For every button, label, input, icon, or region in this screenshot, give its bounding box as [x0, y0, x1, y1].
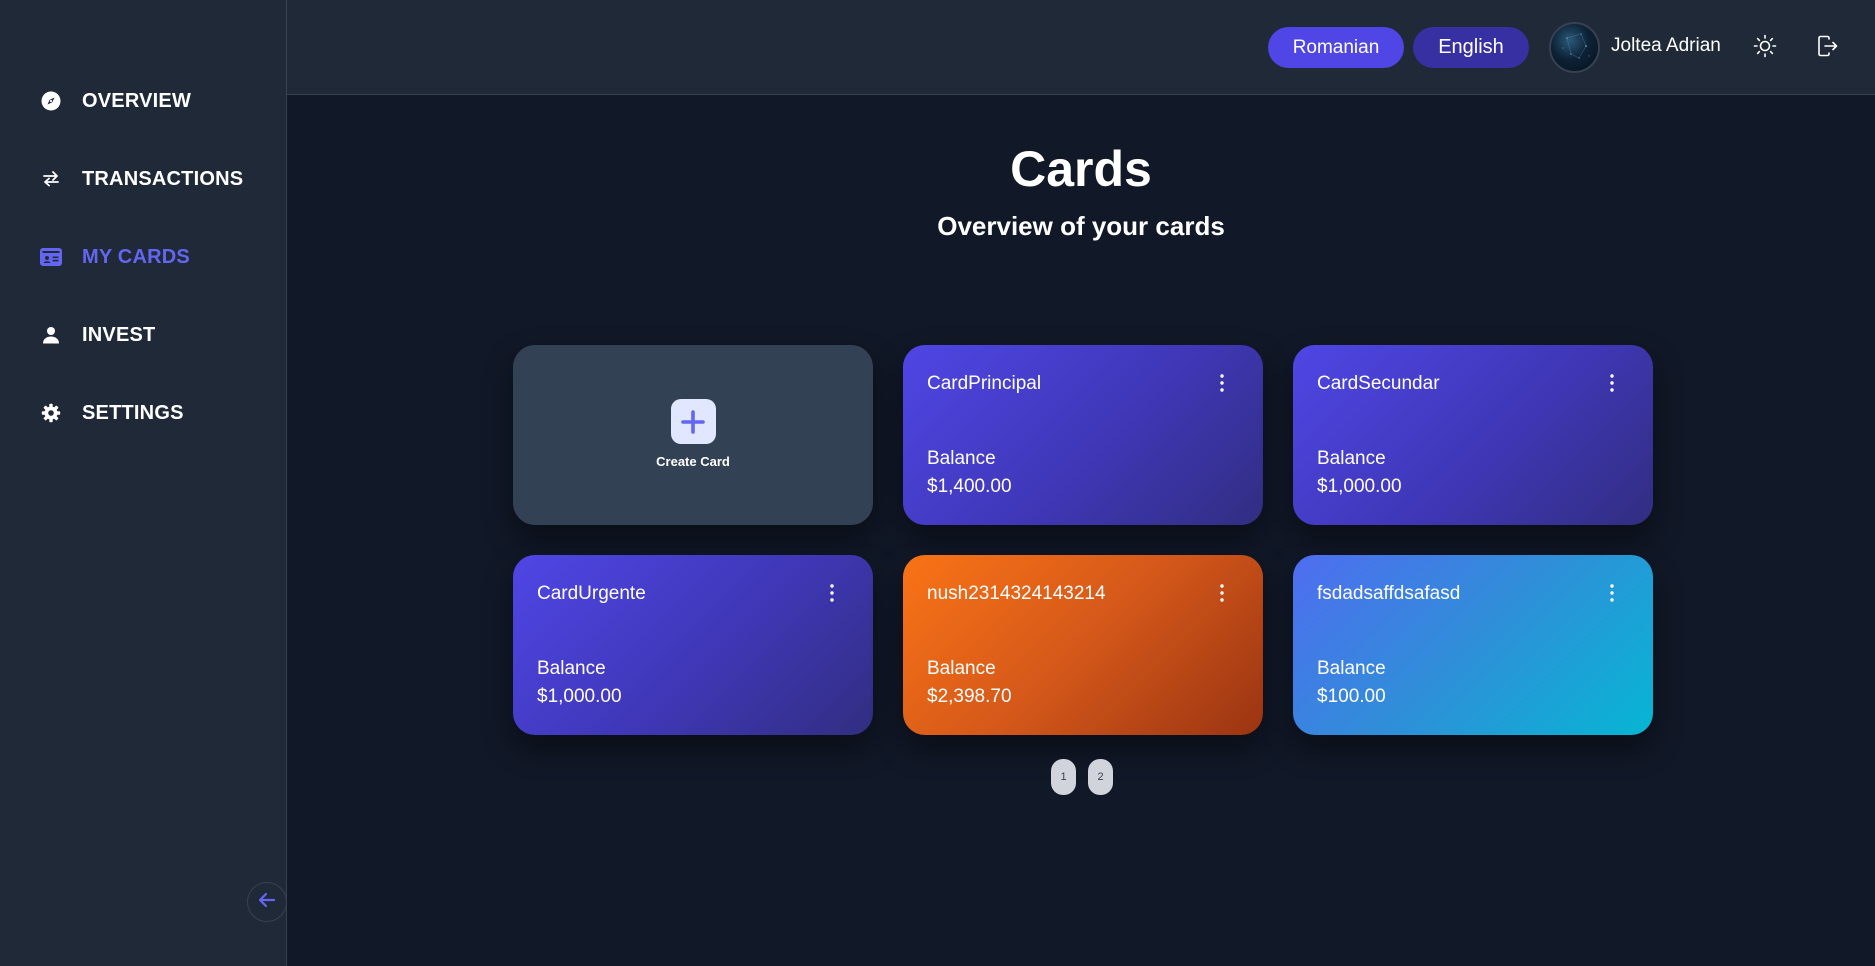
- card-name: CardUrgente: [537, 583, 646, 604]
- card-balance-label: Balance: [927, 448, 996, 469]
- card-item[interactable]: fsdadsaffdsafasd Balance $100.00: [1293, 555, 1653, 735]
- sidebar-nav: OVERVIEW TRANSACTIONS MY CARDS INVEST SE…: [0, 62, 286, 452]
- gear-icon: [40, 402, 62, 424]
- card-balance: $1,000.00: [1317, 476, 1402, 497]
- more-vertical-icon: [830, 583, 834, 607]
- compass-icon: [40, 90, 62, 112]
- card-balance: $100.00: [1317, 686, 1386, 707]
- card-balance: $1,400.00: [927, 476, 1012, 497]
- top-bar: Romanian English Joltea Adrian: [287, 0, 1875, 95]
- pagination: 1 2: [1051, 759, 1113, 795]
- avatar[interactable]: [1549, 22, 1600, 73]
- page-button-1[interactable]: 1: [1051, 759, 1076, 795]
- sidebar-item-label: MY CARDS: [82, 245, 190, 268]
- card-name: nush2314324143214: [927, 583, 1106, 604]
- card-name: CardPrincipal: [927, 373, 1042, 394]
- language-english-button[interactable]: English: [1413, 27, 1529, 68]
- sidebar-item-overview[interactable]: OVERVIEW: [0, 62, 286, 140]
- user-name[interactable]: Joltea Adrian: [1611, 35, 1721, 57]
- card-balance-label: Balance: [1317, 448, 1386, 469]
- create-card-label: Create Card: [656, 454, 730, 469]
- card-balance-label: Balance: [537, 658, 606, 679]
- sidebar-item-label: OVERVIEW: [82, 89, 192, 112]
- collapse-sidebar-button[interactable]: [247, 882, 287, 922]
- card-menu-button[interactable]: [1605, 583, 1619, 607]
- create-card-button[interactable]: Create Card: [513, 345, 873, 525]
- page-title: Cards: [1010, 141, 1152, 197]
- id-card-icon: [40, 246, 62, 268]
- arrow-left-icon: [258, 892, 276, 913]
- card-balance-label: Balance: [1317, 658, 1386, 679]
- page-subtitle: Overview of your cards: [937, 211, 1225, 241]
- sidebar-item-invest[interactable]: INVEST: [0, 296, 286, 374]
- card-menu-button[interactable]: [1215, 583, 1229, 607]
- more-vertical-icon: [1610, 583, 1614, 607]
- sidebar-item-label: SETTINGS: [82, 401, 184, 424]
- sidebar-item-label: TRANSACTIONS: [82, 167, 244, 190]
- user-icon: [40, 324, 62, 346]
- more-vertical-icon: [1220, 583, 1224, 607]
- logout-icon: [1816, 35, 1838, 62]
- page-button-2[interactable]: 2: [1088, 759, 1113, 795]
- card-balance-label: Balance: [927, 658, 996, 679]
- more-vertical-icon: [1220, 373, 1224, 397]
- language-romanian-button[interactable]: Romanian: [1268, 27, 1404, 68]
- card-balance: $1,000.00: [537, 686, 622, 707]
- card-name: CardSecundar: [1317, 373, 1440, 394]
- card-item[interactable]: CardUrgente Balance $1,000.00: [513, 555, 873, 735]
- sidebar-item-transactions[interactable]: TRANSACTIONS: [0, 140, 286, 218]
- card-name: fsdadsaffdsafasd: [1317, 583, 1461, 604]
- plus-icon: [670, 399, 716, 444]
- more-vertical-icon: [1610, 373, 1614, 397]
- sidebar-item-settings[interactable]: SETTINGS: [0, 374, 286, 452]
- card-balance: $2,398.70: [927, 686, 1012, 707]
- card-menu-button[interactable]: [1605, 373, 1619, 397]
- transfer-arrows-icon: [40, 168, 62, 190]
- sun-icon: [1753, 34, 1777, 63]
- logout-button[interactable]: [1813, 34, 1841, 62]
- sidebar-item-my-cards[interactable]: MY CARDS: [0, 218, 286, 296]
- card-item[interactable]: nush2314324143214 Balance $2,398.70: [903, 555, 1263, 735]
- card-item[interactable]: CardPrincipal Balance $1,400.00: [903, 345, 1263, 525]
- sidebar-item-label: INVEST: [82, 323, 156, 346]
- card-menu-button[interactable]: [1215, 373, 1229, 397]
- sidebar: OVERVIEW TRANSACTIONS MY CARDS INVEST SE…: [0, 0, 287, 966]
- card-menu-button[interactable]: [825, 583, 839, 607]
- card-item[interactable]: CardSecundar Balance $1,000.00: [1293, 345, 1653, 525]
- theme-toggle-button[interactable]: [1751, 34, 1779, 62]
